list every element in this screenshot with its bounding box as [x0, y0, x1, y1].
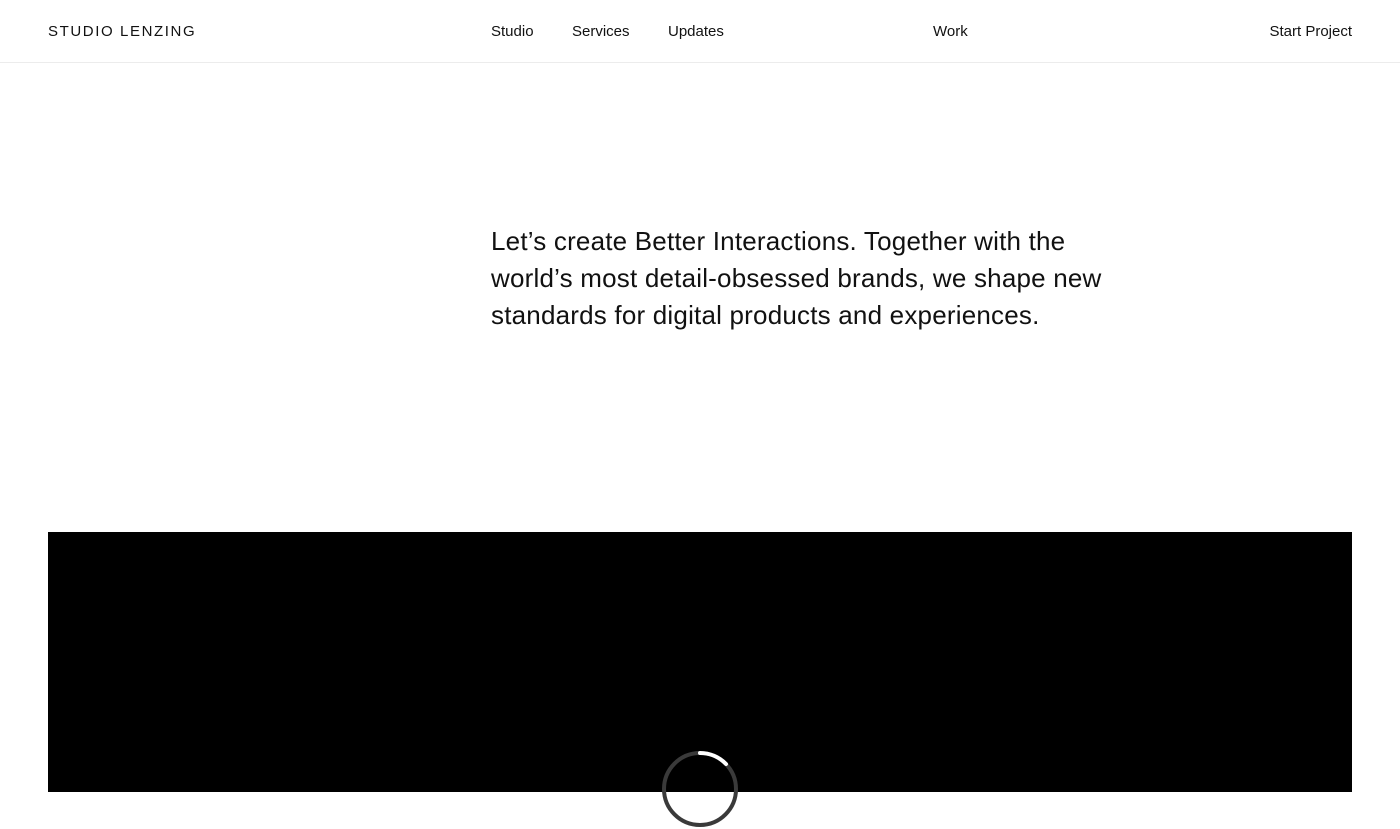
loading-spinner-icon	[662, 750, 738, 827]
start-project-link[interactable]: Start Project	[1269, 22, 1352, 42]
nav-link-updates[interactable]: Updates	[668, 22, 724, 42]
nav-link-studio[interactable]: Studio	[491, 22, 534, 42]
logo-link[interactable]: STUDIO LENZING	[48, 22, 196, 42]
site-header: STUDIO LENZING Studio Services Updates W…	[0, 0, 1400, 63]
hero-statement: Let’s create Better Interactions. Togeth…	[491, 226, 1102, 330]
nav-link-services[interactable]: Services	[572, 22, 630, 42]
video-player[interactable]	[48, 532, 1352, 827]
nav-link-work[interactable]: Work	[933, 22, 968, 42]
